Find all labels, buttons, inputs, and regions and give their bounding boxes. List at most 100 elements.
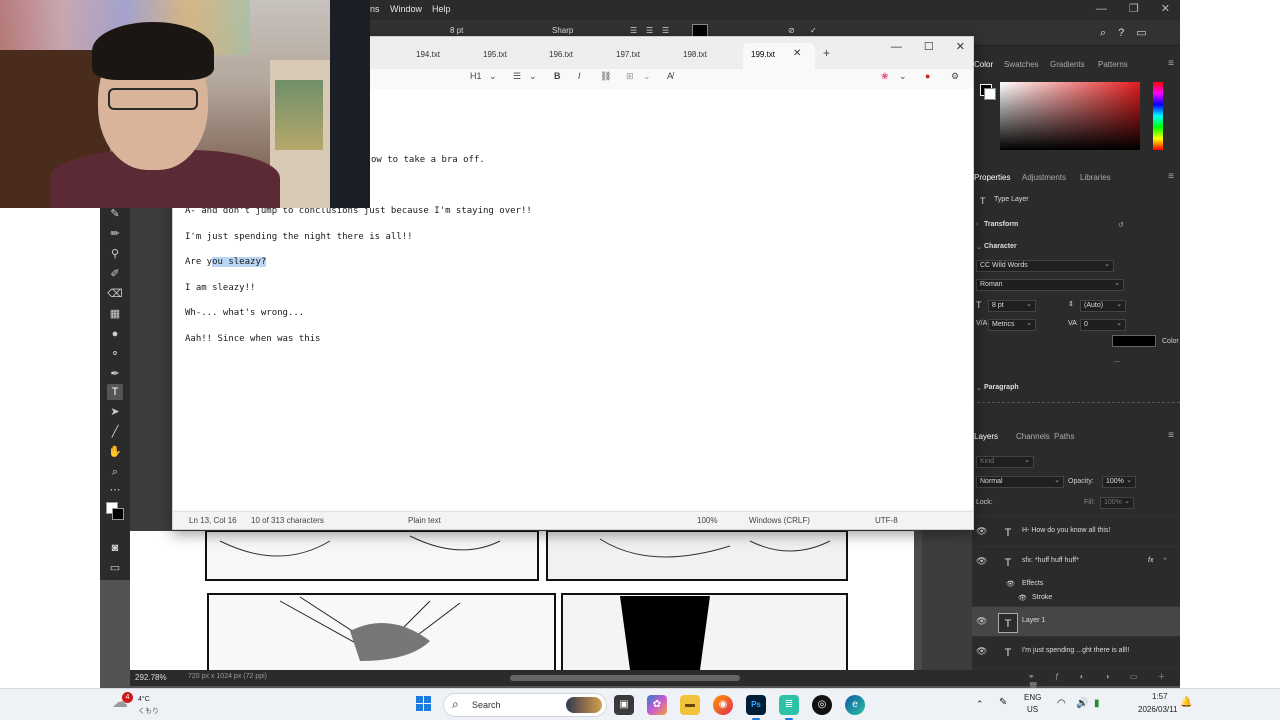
bold-button[interactable]: B (554, 71, 561, 81)
hand-tool-icon[interactable]: ✋ (107, 444, 123, 460)
copilot-icon[interactable]: ❀ (881, 71, 889, 82)
paragraph-align-row[interactable] (972, 402, 1180, 406)
visibility-eye-icon[interactable]: 👁 (976, 616, 987, 627)
tracking-field[interactable]: 0 (1080, 319, 1126, 331)
path-selection-icon[interactable]: ➤ (107, 404, 123, 420)
tab-194[interactable]: 194.txt (416, 50, 440, 59)
task-view-icon[interactable]: ▣ (614, 695, 634, 715)
tab-patterns[interactable]: Patterns (1098, 60, 1128, 69)
kerning-field[interactable]: Metrics (988, 319, 1036, 331)
align-right-icon[interactable]: ☰ (662, 26, 669, 35)
gradient-tool-icon[interactable]: ▦ (107, 306, 123, 322)
notepad-icon[interactable]: ≣ (779, 695, 799, 720)
input-region[interactable]: US (1027, 705, 1038, 714)
fg-bg-colors[interactable] (980, 84, 996, 100)
heading-select[interactable]: H1 (470, 71, 482, 81)
pen-tool-icon[interactable]: ✒ (107, 366, 123, 382)
fx-icon[interactable]: fx (1148, 557, 1153, 564)
hue-slider[interactable] (1153, 82, 1163, 150)
chevron-down-icon[interactable]: ⌄ (529, 71, 537, 82)
font-size-select[interactable]: 8 pt (450, 26, 463, 35)
more-options-icon[interactable]: ... (1114, 357, 1120, 364)
quick-mask-icon[interactable]: ◙ (107, 540, 123, 556)
opacity-field[interactable]: 100% (1102, 476, 1136, 488)
tab-197[interactable]: 197.txt (616, 50, 640, 59)
eraser-tool-icon[interactable]: ⌫ (107, 286, 123, 302)
tab-layers[interactable]: Layers (974, 432, 998, 441)
layer-row[interactable]: 👁 T sfx: *huff huff huff* fx ⌃ (972, 546, 1180, 576)
close-icon[interactable]: ✕ (1161, 3, 1170, 15)
line-tool-icon[interactable]: ╱ (107, 424, 123, 440)
blur-tool-icon[interactable]: ● (107, 326, 123, 342)
document-info[interactable]: 720 px x 1024 px (72 ppi) (188, 673, 267, 680)
ps-horizontal-scrollbar[interactable] (510, 675, 740, 681)
zoom-tool-icon[interactable]: ⌕ (107, 464, 123, 480)
profile-avatar-icon[interactable]: ● (925, 71, 930, 81)
weather-widget[interactable]: ☁ 4 4°C くもり (112, 692, 162, 717)
chevron-down-icon[interactable]: ⌄ (489, 71, 497, 82)
close-icon[interactable]: ✕ (956, 41, 965, 53)
manga-page-canvas[interactable] (130, 530, 922, 673)
antialias-select[interactable]: Sharp (552, 26, 573, 35)
tab-adjustments[interactable]: Adjustments (1022, 173, 1066, 182)
italic-button[interactable]: I (578, 71, 581, 81)
tab-paths[interactable]: Paths (1054, 432, 1074, 441)
layer-filter-kind[interactable]: Kind (976, 456, 1034, 468)
pen-menu-icon[interactable]: ✎ (999, 697, 1007, 708)
pencil-tool-icon[interactable]: ✏ (107, 226, 123, 242)
restore-icon[interactable]: ❐ (1129, 3, 1139, 15)
align-left-icon[interactable]: ☰ (630, 26, 637, 35)
visibility-eye-icon[interactable]: 👁 (976, 526, 987, 537)
layer-effects-row[interactable]: 👁 Effects (972, 578, 1180, 592)
stamp-tool-icon[interactable]: ⚲ (107, 246, 123, 262)
font-family-select[interactable]: CC Wild Words (976, 260, 1114, 272)
more-tools-icon[interactable]: ⋯ (107, 482, 123, 498)
encoding[interactable]: UTF-8 (875, 516, 898, 525)
chevron-up-icon[interactable]: ⌃ (1162, 557, 1168, 565)
workspace-icon[interactable]: ▭ (1136, 27, 1146, 39)
maximize-icon[interactable]: ☐ (924, 41, 934, 53)
tab-swatches[interactable]: Swatches (1004, 60, 1039, 69)
dodge-tool-icon[interactable]: ⚬ (107, 346, 123, 362)
search-icon[interactable]: ⌕ (1100, 27, 1106, 39)
minimize-icon[interactable]: — (891, 41, 902, 53)
brush-tool-icon[interactable]: ✎ (107, 206, 123, 222)
tab-199-active[interactable]: 199.txt ✕ (743, 43, 815, 69)
ps-vertical-scrollbar[interactable] (914, 530, 922, 670)
clear-format-icon[interactable]: A̸ (667, 71, 673, 81)
font-size-field[interactable]: 8 pt (988, 300, 1036, 312)
layer-row-selected[interactable]: 👁 T Layer 1 (972, 606, 1180, 636)
chevron-down-icon[interactable]: ⌄ (643, 71, 651, 82)
menu-item-help[interactable]: Help (432, 4, 451, 14)
visibility-eye-icon[interactable]: 👁 (1018, 594, 1027, 602)
tab-196[interactable]: 196.txt (549, 50, 573, 59)
tab-libraries[interactable]: Libraries (1080, 173, 1111, 182)
tab-color[interactable]: Color (974, 60, 993, 69)
layer-row[interactable]: 👁 T I'm just spending ...ght there is al… (972, 636, 1180, 666)
list-icon[interactable]: ☰ (513, 71, 521, 82)
panel-menu-icon[interactable]: ≡ (1168, 430, 1174, 441)
tab-195[interactable]: 195.txt (483, 50, 507, 59)
tab-gradients[interactable]: Gradients (1050, 60, 1085, 69)
visibility-eye-icon[interactable]: 👁 (976, 556, 987, 567)
start-button[interactable] (416, 696, 432, 712)
file-explorer-icon[interactable]: ▬ (680, 695, 700, 715)
help-icon[interactable]: ? (1118, 27, 1124, 39)
settings-gear-icon[interactable]: ⚙ (951, 71, 959, 82)
photoshop-icon[interactable]: Ps (746, 695, 766, 720)
panel-menu-icon[interactable]: ≡ (1168, 58, 1174, 69)
edge-icon[interactable]: e (845, 695, 865, 715)
menu-item-window[interactable]: Window (390, 4, 422, 14)
visibility-eye-icon[interactable]: 👁 (976, 646, 987, 657)
notifications-icon[interactable]: 🔔 (1180, 697, 1192, 708)
layer-row[interactable]: 👁 T H- How do you know all this! (972, 516, 1180, 546)
clock-date[interactable]: 2026/03/11 (1138, 705, 1177, 714)
panel-menu-icon[interactable]: ≡ (1168, 171, 1174, 182)
tab-channels[interactable]: Channels (1016, 432, 1050, 441)
type-tool-icon[interactable]: T (107, 384, 123, 400)
blend-mode-select[interactable]: Normal (976, 476, 1064, 488)
tab-198[interactable]: 198.txt (683, 50, 707, 59)
leading-field[interactable]: (Auto) (1080, 300, 1126, 312)
align-center-icon[interactable]: ☰ (646, 26, 653, 35)
table-icon[interactable]: ⊞ (626, 71, 634, 82)
